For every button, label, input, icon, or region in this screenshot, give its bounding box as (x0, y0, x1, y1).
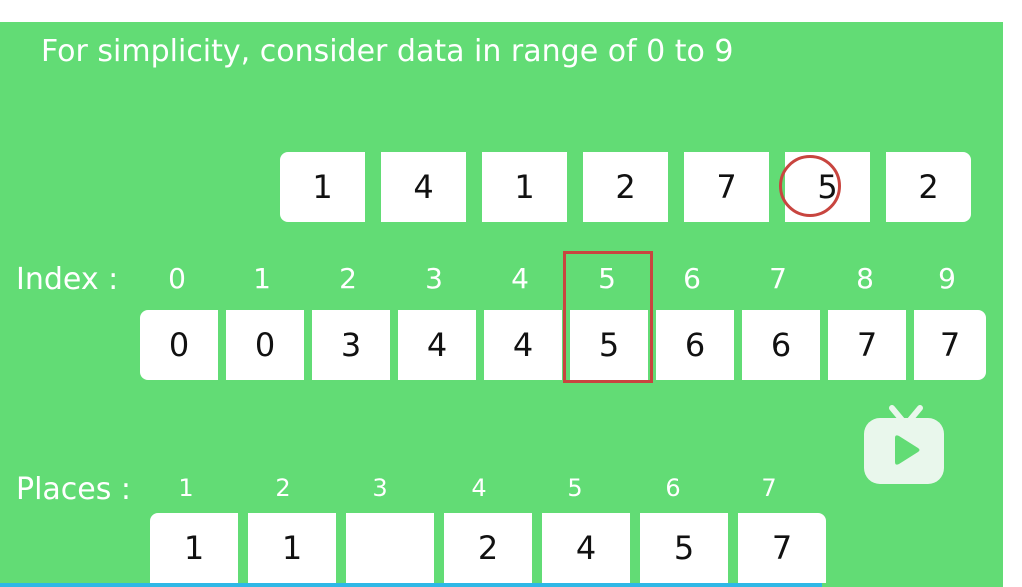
input-cell-value: 2 (615, 168, 636, 206)
slide-canvas (0, 22, 1003, 587)
index-number: 9 (938, 262, 956, 295)
place-number: 6 (665, 474, 681, 502)
count-cell: 6 (742, 310, 820, 380)
output-cell-value: 1 (183, 529, 205, 567)
output-cell-value: 7 (771, 529, 793, 567)
slide-title: For simplicity, consider data in range o… (41, 34, 734, 69)
index-number: 4 (511, 262, 529, 295)
count-cell-value: 0 (254, 326, 276, 364)
output-cell-value: 2 (477, 529, 499, 567)
place-number: 7 (761, 474, 777, 502)
current-element-circle (779, 155, 841, 217)
output-cell: 5 (640, 513, 728, 583)
current-index-box (563, 251, 653, 383)
count-cell: 0 (226, 310, 304, 380)
output-cell-value: 4 (575, 529, 597, 567)
count-cell: 4 (484, 310, 562, 380)
place-number: 5 (567, 474, 583, 502)
count-cell-value: 6 (684, 326, 706, 364)
input-cell-value: 4 (413, 168, 434, 206)
input-cell-value: 1 (514, 168, 535, 206)
tv-play-icon[interactable] (862, 404, 946, 488)
count-cell-value: 4 (426, 326, 448, 364)
count-cell: 3 (312, 310, 390, 380)
output-cell: 7 (738, 513, 826, 583)
input-cell: 2 (583, 152, 668, 222)
input-cell: 2 (886, 152, 971, 222)
count-cell-value: 0 (168, 326, 190, 364)
right-margin (1003, 22, 1022, 587)
input-cell: 4 (381, 152, 466, 222)
output-cell-empty (346, 513, 434, 583)
index-number: 7 (769, 262, 787, 295)
input-cell: 7 (684, 152, 769, 222)
index-number: 0 (168, 262, 186, 295)
output-cell: 1 (150, 513, 238, 583)
output-cell: 2 (444, 513, 532, 583)
output-array: 1 1 2 4 5 7 (150, 513, 826, 583)
input-cell-value: 7 (716, 168, 737, 206)
count-cell-value: 3 (340, 326, 362, 364)
count-cell-value: 7 (939, 326, 961, 364)
index-number: 1 (253, 262, 271, 295)
count-cell: 7 (914, 310, 986, 380)
output-cell-value: 1 (281, 529, 303, 567)
place-number: 2 (275, 474, 291, 502)
count-cell: 6 (656, 310, 734, 380)
index-number: 6 (683, 262, 701, 295)
input-cell: 1 (482, 152, 567, 222)
input-cell-value: 2 (918, 168, 939, 206)
index-number: 3 (425, 262, 443, 295)
count-cell-value: 4 (512, 326, 534, 364)
places-label: Places : (16, 472, 132, 507)
index-number: 8 (856, 262, 874, 295)
input-cell-value: 1 (312, 168, 333, 206)
input-cell: 1 (280, 152, 365, 222)
output-cell: 1 (248, 513, 336, 583)
index-label: Index : (16, 262, 119, 297)
video-progress-bar[interactable] (0, 583, 822, 587)
count-cell: 4 (398, 310, 476, 380)
place-number: 3 (372, 474, 388, 502)
index-number: 2 (339, 262, 357, 295)
count-cell-value: 6 (770, 326, 792, 364)
output-cell-value: 5 (673, 529, 695, 567)
output-cell: 4 (542, 513, 630, 583)
input-array: 1 4 1 2 7 5 2 (280, 152, 971, 222)
count-cell: 7 (828, 310, 906, 380)
place-number: 4 (471, 474, 487, 502)
place-number: 1 (178, 474, 194, 502)
count-cell: 0 (140, 310, 218, 380)
count-cell-value: 7 (856, 326, 878, 364)
